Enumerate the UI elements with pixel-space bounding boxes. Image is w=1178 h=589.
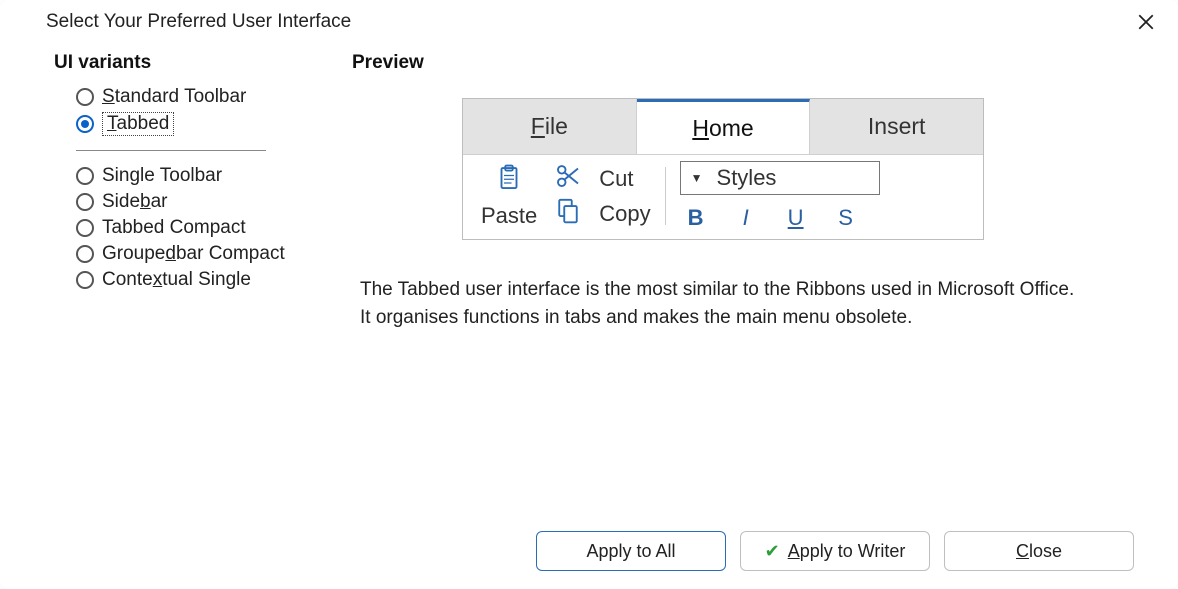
cutcopy-icons <box>545 161 591 231</box>
paste-group: Paste <box>473 161 545 231</box>
variant-option[interactable]: Sidebar <box>76 191 344 213</box>
clipboard-icon <box>494 163 524 198</box>
dialog-body: UI variants Standard Toolbar Tabbed Singl… <box>0 42 1178 331</box>
variant-label: Standard Toolbar <box>102 86 246 108</box>
cut-label: Cut <box>599 166 633 192</box>
copy-label: Copy <box>599 201 650 227</box>
format-buttons: B I U S <box>680 205 858 231</box>
radio-icon[interactable] <box>76 88 94 106</box>
apply-to-writer-button[interactable]: ✔ Apply to Writer <box>740 531 930 571</box>
radio-icon[interactable] <box>76 271 94 289</box>
scissors-icon <box>553 161 583 196</box>
radio-icon[interactable] <box>76 219 94 237</box>
dropdown-triangle-icon: ▼ <box>691 171 703 185</box>
styles-dropdown: ▼ Styles <box>680 161 880 195</box>
cutcopy-labels: Cut Copy <box>591 161 658 231</box>
strike-icon: S <box>834 205 858 231</box>
check-icon: ✔ <box>765 541 780 562</box>
variant-option[interactable]: Tabbed Compact <box>76 217 344 239</box>
variant-divider <box>76 150 266 151</box>
paste-label: Paste <box>481 203 537 229</box>
radio-icon[interactable] <box>76 115 94 133</box>
variants-heading: UI variants <box>54 52 344 74</box>
close-button[interactable]: Close <box>944 531 1134 571</box>
variant-label: Single Toolbar <box>102 165 222 187</box>
variant-option[interactable]: Single Toolbar <box>76 165 344 187</box>
variant-label: Tabbed <box>102 112 174 136</box>
apply-writer-label: Apply to Writer <box>788 541 906 562</box>
preview-ribbon-content: Paste Cut Copy <box>463 155 983 239</box>
dialog-title: Select Your Preferred User Interface <box>46 11 351 33</box>
preview-tabs: FileHomeInsert <box>463 99 983 155</box>
preview-tab: File <box>463 99 637 154</box>
variant-label: Sidebar <box>102 191 168 213</box>
close-label: Close <box>1016 541 1062 562</box>
copy-icon <box>553 196 583 231</box>
apply-to-all-button[interactable]: Apply to All <box>536 531 726 571</box>
variants-panel: UI variants Standard Toolbar Tabbed Singl… <box>54 52 344 331</box>
description-text: The Tabbed user interface is the most si… <box>360 276 1080 331</box>
variant-label: Tabbed Compact <box>102 217 246 239</box>
ribbon-separator <box>665 167 666 225</box>
styles-label: Styles <box>717 165 777 191</box>
preview-tab: Insert <box>810 99 983 154</box>
dialog-window: Select Your Preferred User Interface UI … <box>0 0 1178 589</box>
preview-heading: Preview <box>352 52 1144 74</box>
apply-all-label: Apply to All <box>586 541 675 562</box>
variant-option[interactable]: Tabbed <box>76 112 344 136</box>
close-icon[interactable] <box>1132 8 1160 36</box>
variant-list-2: Single Toolbar Sidebar Tabbed Compact Group… <box>54 165 344 291</box>
italic-icon: I <box>734 205 758 231</box>
preview-ribbon: FileHomeInsert Paste <box>462 98 984 240</box>
styles-group: ▼ Styles B I U S <box>672 161 888 231</box>
variant-label: Groupedbar Compact <box>102 243 285 265</box>
preview-panel: Preview FileHomeInsert Paste <box>344 52 1144 331</box>
underline-icon: U <box>784 205 808 231</box>
radio-icon[interactable] <box>76 193 94 211</box>
variant-list-1: Standard Toolbar Tabbed <box>54 86 344 136</box>
titlebar: Select Your Preferred User Interface <box>0 0 1178 42</box>
preview-tab: Home <box>637 99 811 154</box>
radio-icon[interactable] <box>76 167 94 185</box>
dialog-buttons: Apply to All ✔ Apply to Writer Close <box>536 531 1134 571</box>
radio-icon[interactable] <box>76 245 94 263</box>
bold-icon: B <box>684 205 708 231</box>
variant-option[interactable]: Standard Toolbar <box>76 86 344 108</box>
variant-label: Contextual Single <box>102 269 251 291</box>
variant-option[interactable]: Groupedbar Compact <box>76 243 344 265</box>
variant-option[interactable]: Contextual Single <box>76 269 344 291</box>
